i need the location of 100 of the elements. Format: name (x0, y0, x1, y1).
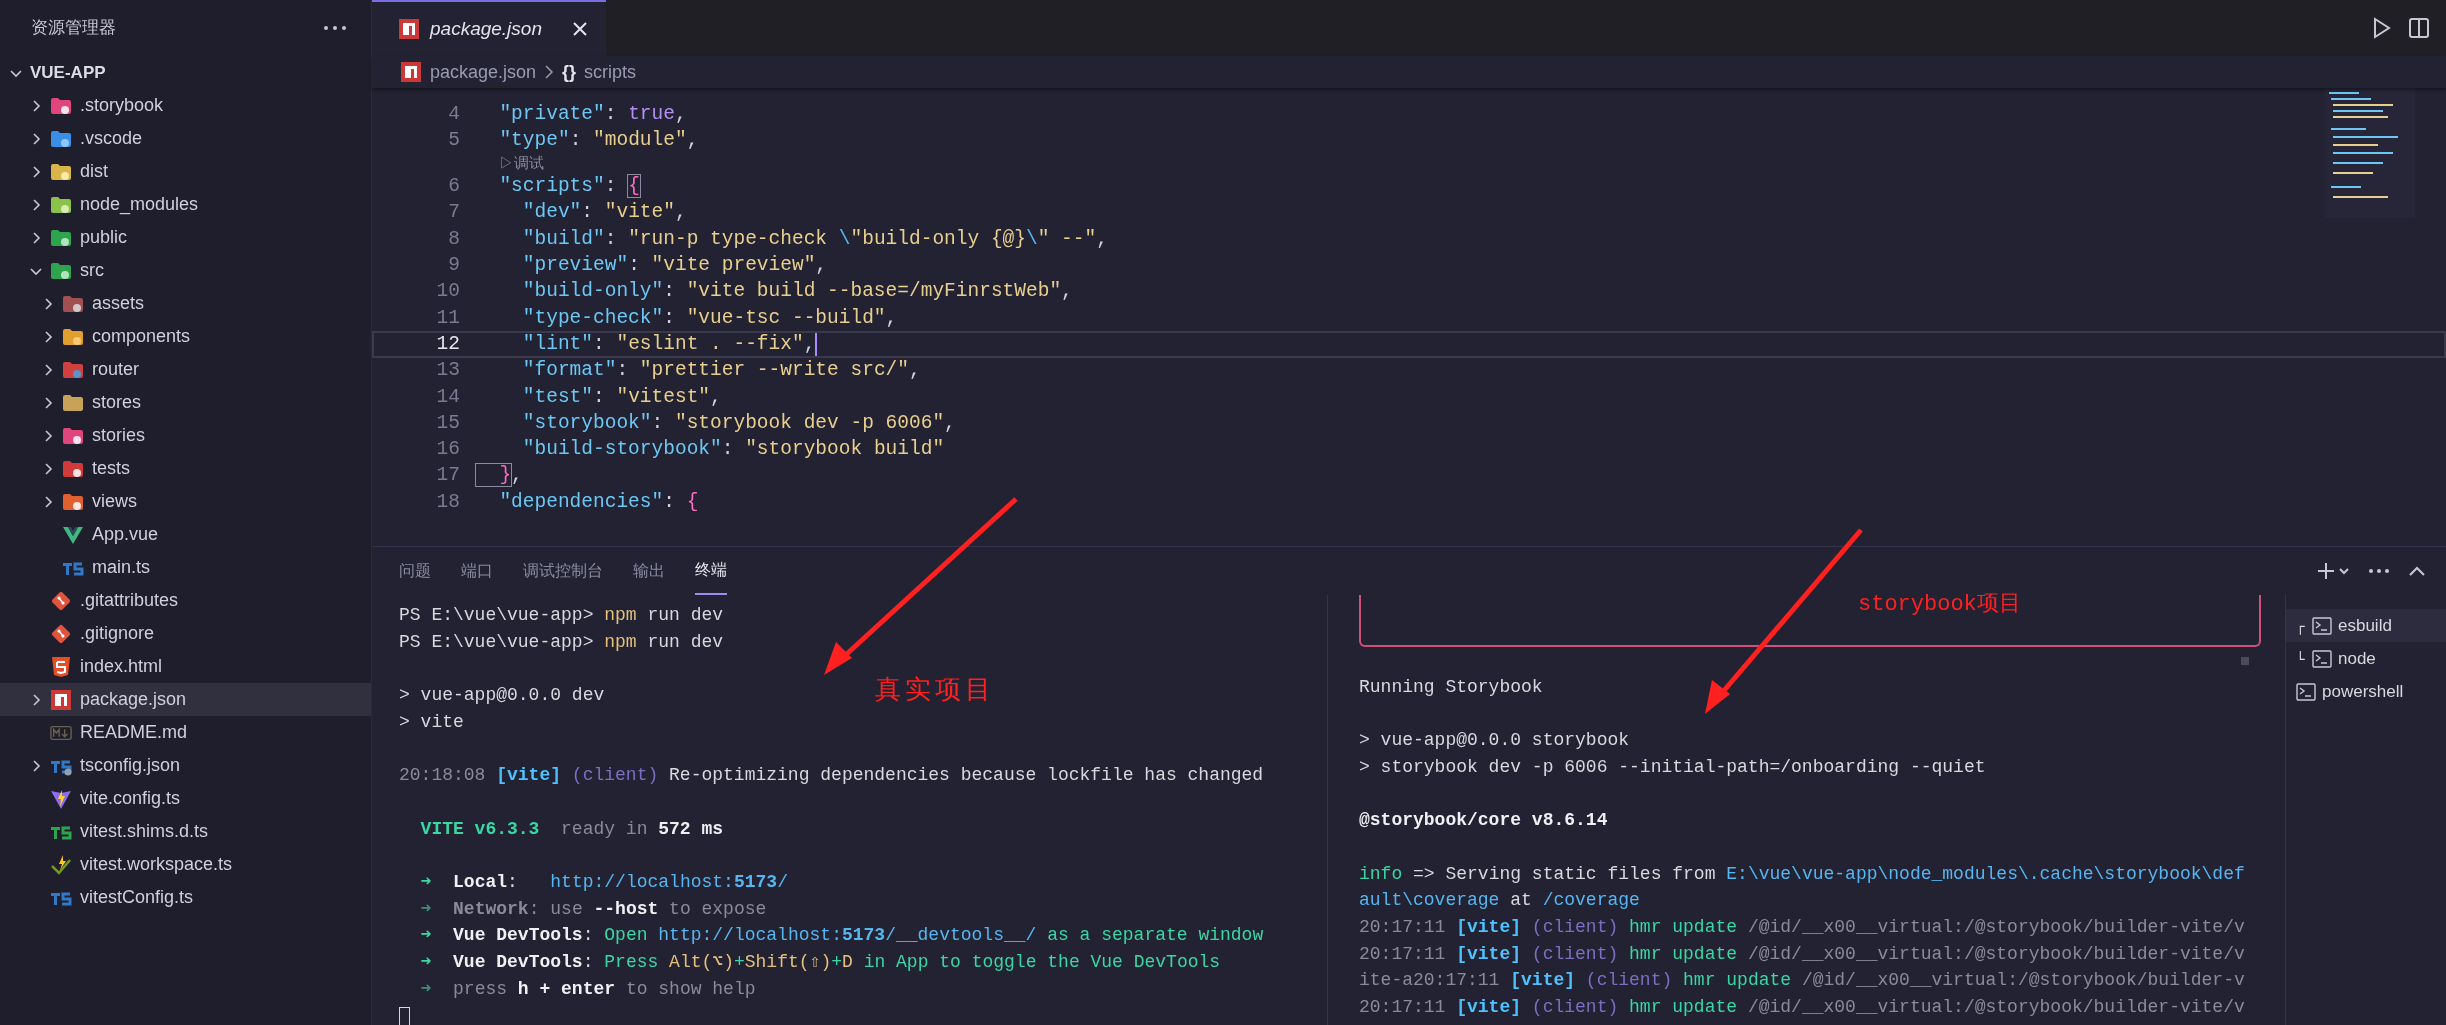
tree-item[interactable]: router (0, 353, 371, 386)
tree-item[interactable]: public (0, 221, 371, 254)
more-icon[interactable] (2368, 568, 2390, 574)
code-text: "scripts": { (498, 174, 640, 200)
maximize-panel-icon[interactable] (2408, 565, 2426, 577)
code-text: "private": true, (498, 101, 687, 127)
terminal-line: ➜ Network: use --host to expose (419, 897, 767, 921)
chevron-icon[interactable] (42, 297, 54, 310)
terminal-line: ite-a20:17:11 [vite] (client) hmr update /@id/__x00__virtual:/@storybook/builder-v (1359, 969, 2245, 993)
chevron-icon[interactable] (30, 693, 42, 706)
line-number: 14 (435, 384, 460, 410)
terminal-line: ➜ Vue DevTools: Open http://localhost:5173/__devtools__/ as a separate window (419, 924, 1264, 948)
tree-item[interactable]: assets (0, 287, 371, 320)
editor-tab[interactable]: package.json (372, 0, 606, 56)
tree-item[interactable]: .gitattributes (0, 584, 371, 617)
code-text: "build": "run-p type-check \"build-only {@}\" --", (521, 226, 1108, 252)
line-number: 11 (435, 305, 460, 331)
chevron-icon[interactable] (30, 231, 42, 244)
terminal-icon (2312, 616, 2332, 635)
tree-item[interactable]: vitestConfig.ts (0, 881, 371, 914)
tree-item[interactable]: tsconfig.json (0, 749, 371, 782)
more-icon[interactable] (323, 25, 347, 31)
chevron-icon[interactable] (30, 759, 42, 772)
terminal-line: > storybook dev -p 6006 --initial-path=/onboarding --quiet (1359, 755, 1986, 779)
tree-item[interactable]: src (0, 254, 371, 287)
tree-item[interactable]: dist (0, 155, 371, 188)
codelens-link[interactable]: ▷调试 (499, 152, 544, 175)
tree-item[interactable]: stories (0, 419, 371, 452)
folder-icon (50, 161, 72, 182)
breadcrumb-item[interactable]: scripts (584, 58, 637, 86)
chevron-icon[interactable] (42, 363, 54, 376)
code-text: "dependencies": { (498, 489, 699, 515)
line-number: 6 (447, 174, 460, 200)
terminal-icon (2312, 649, 2332, 668)
terminal-tab[interactable]: powershell (2286, 675, 2446, 708)
chevron-icon[interactable] (30, 99, 42, 112)
chevron-icon[interactable] (30, 198, 42, 211)
panel-tab[interactable]: 问题 (399, 547, 431, 595)
code-text: "lint": "eslint . --fix", (521, 331, 816, 357)
terminal-line: > vite (399, 710, 464, 734)
minimap[interactable] (2325, 88, 2415, 218)
project-root[interactable]: VUE-APP (0, 56, 371, 89)
panel-tab[interactable]: 终端 (695, 547, 727, 595)
terminal-tab[interactable]: ┌ esbuild (2286, 609, 2446, 642)
tree-item[interactable]: vitest.workspace.ts (0, 848, 371, 881)
terminal-line: PS E:\vue\vue-app> npm run dev (399, 630, 724, 654)
tree-connector: └ (2296, 651, 2306, 666)
terminal-line: > vue-app@0.0.0 storybook (1359, 729, 1630, 753)
npm-icon (398, 18, 420, 40)
tree-item[interactable]: components (0, 320, 371, 353)
tree-item[interactable]: package.json (0, 683, 371, 716)
terminal-line: ault\coverage at /coverage (1359, 889, 1640, 913)
tree-item[interactable]: .gitignore (0, 617, 371, 650)
close-icon[interactable] (571, 21, 588, 37)
chevron-icon[interactable] (30, 165, 42, 178)
terminal-line: 20:17:11 [vite] (client) hmr update /@id/__x00__virtual:/@storybook/builder-vite/v (1359, 995, 2245, 1019)
terminal-icon (2296, 682, 2316, 701)
tree-item[interactable]: main.ts (0, 551, 371, 584)
chevron-icon[interactable] (42, 396, 54, 409)
line-number: 18 (435, 489, 460, 515)
tree-item[interactable]: node_modules (0, 188, 371, 221)
breadcrumb-item[interactable]: package.json (430, 58, 537, 86)
panel-tab[interactable]: 输出 (633, 547, 665, 595)
tree-item[interactable]: vitest.shims.d.ts (0, 815, 371, 848)
tree-item[interactable]: .storybook (0, 89, 371, 122)
terminal-line: 20:18:08 [vite] (client) Re-optimizing dependencies because lockfile has changed (399, 764, 1264, 788)
code-text: "build-only": "vite build --base=/myFinrstWeb", (521, 279, 1073, 305)
folder-icon (62, 392, 84, 413)
tree-item[interactable]: App.vue (0, 518, 371, 551)
terminal-line: VITE v6.3.3 ready in 572 ms (419, 817, 724, 841)
folder-icon (50, 260, 72, 281)
folder-icon (62, 458, 84, 479)
tree-item[interactable]: README.md (0, 716, 371, 749)
text-cursor (815, 332, 818, 357)
chevron-icon[interactable] (42, 330, 54, 343)
chevron-icon[interactable] (30, 132, 42, 145)
scrollbar-thumb[interactable] (2241, 657, 2249, 665)
tree-item[interactable]: vite.config.ts (0, 782, 371, 815)
chevron-icon[interactable] (42, 429, 54, 442)
panel-tab[interactable]: 调试控制台 (523, 547, 603, 595)
code-text: "type": "module", (498, 127, 699, 153)
split-editor-icon[interactable] (2408, 17, 2430, 39)
run-icon[interactable] (2372, 17, 2392, 39)
panel-tab[interactable]: 端口 (461, 547, 493, 595)
tree-item[interactable]: tests (0, 452, 371, 485)
tree-item[interactable]: views (0, 485, 371, 518)
code-text: "format": "prettier --write src/", (521, 358, 921, 384)
terminal-tab[interactable]: └ node (2286, 642, 2446, 675)
chevron-icon[interactable] (42, 495, 54, 508)
annotation-text: 真实项目 (875, 673, 995, 706)
code-text: "test": "vitest", (521, 384, 722, 410)
add-terminal-icon[interactable] (2316, 561, 2350, 581)
tree-item[interactable]: stores (0, 386, 371, 419)
terminal-line: 20:17:11 [vite] (client) hmr update /@id/__x00__virtual:/@storybook/builder-vite/v (1359, 915, 2245, 939)
terminal-line: ➜ Vue DevTools: Press Alt(⌥)+Shift(⇧)+D in App to toggle the Vue DevTools (419, 950, 1221, 974)
folder-icon (62, 359, 84, 380)
tree-item[interactable]: index.html (0, 650, 371, 683)
tree-item[interactable]: .vscode (0, 122, 371, 155)
chevron-icon[interactable] (42, 462, 54, 475)
npm-icon (400, 61, 422, 83)
